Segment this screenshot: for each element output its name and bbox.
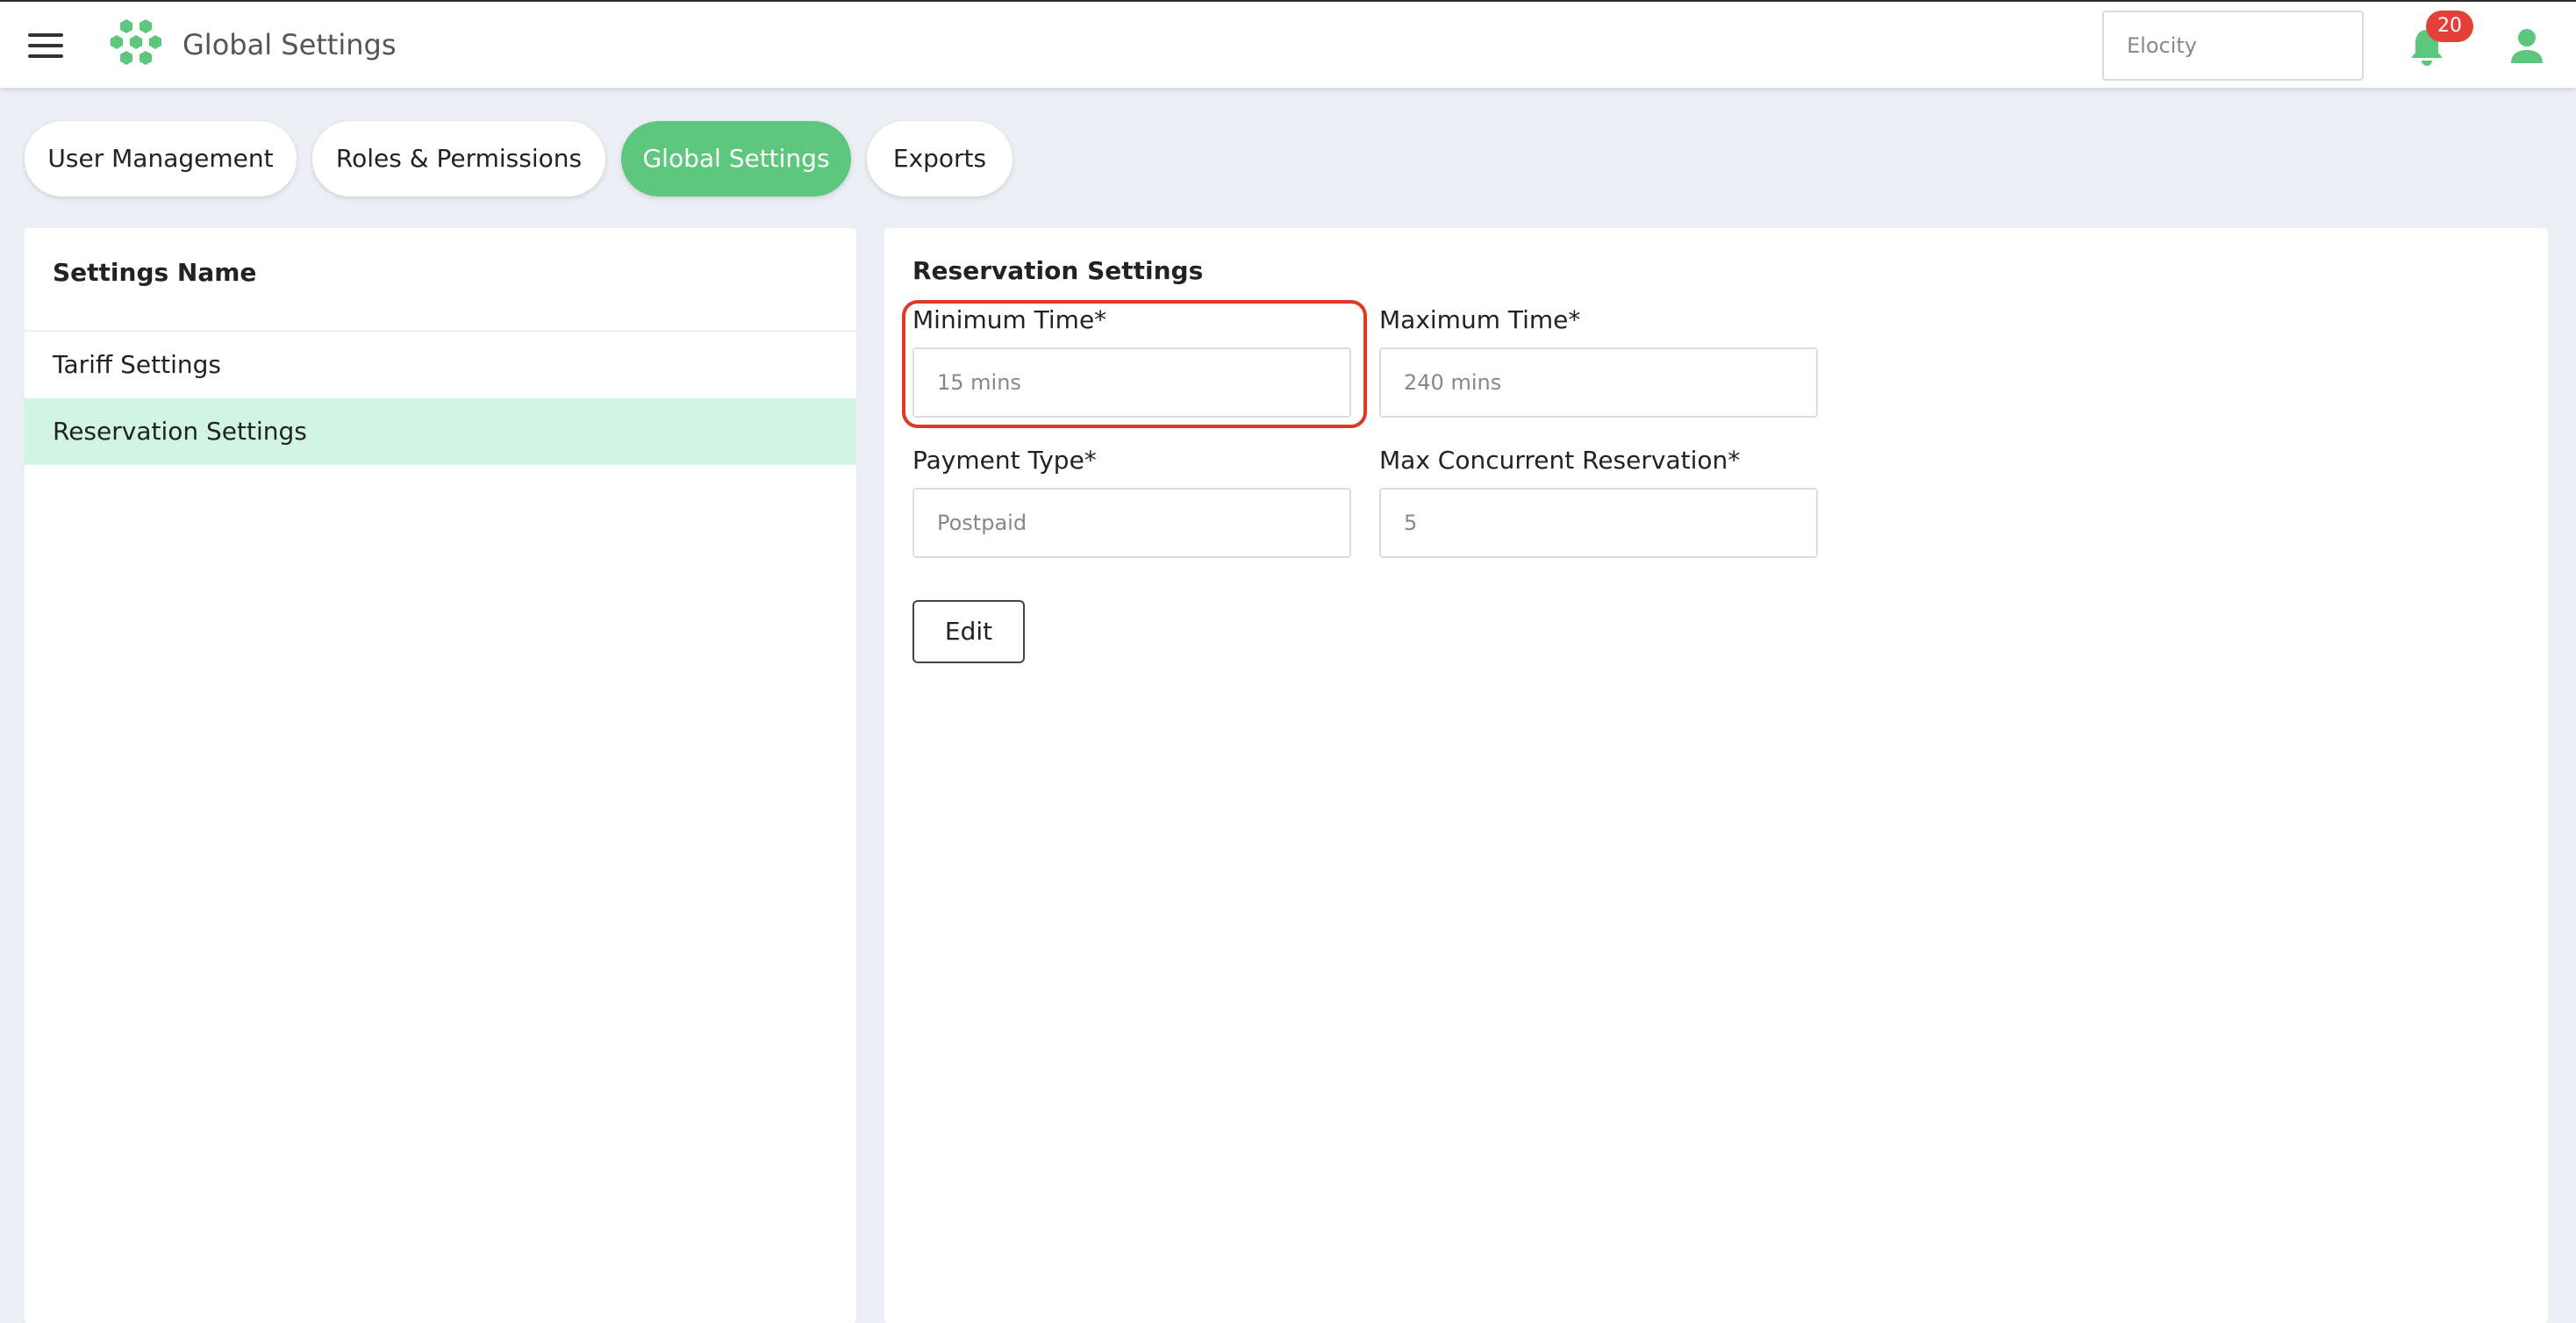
settings-list-panel: Settings Name Tariff Settings Reservatio… bbox=[25, 228, 856, 1323]
minimum-time-label: Minimum Time* bbox=[912, 305, 1107, 334]
minimum-time-field[interactable]: 15 mins bbox=[912, 347, 1351, 418]
settings-item-tariff[interactable]: Tariff Settings bbox=[25, 332, 856, 398]
hamburger-menu-icon[interactable] bbox=[28, 33, 63, 60]
tab-exports[interactable]: Exports bbox=[867, 121, 1013, 197]
payment-type-label: Payment Type* bbox=[912, 446, 1097, 475]
tab-global-settings[interactable]: Global Settings bbox=[621, 121, 851, 197]
settings-item-reservation[interactable]: Reservation Settings bbox=[25, 398, 856, 465]
reservation-settings-panel: Reservation Settings Minimum Time* 15 mi… bbox=[884, 228, 2548, 1323]
settings-list-header: Settings Name bbox=[53, 258, 257, 287]
user-icon[interactable] bbox=[2509, 28, 2544, 65]
hexagon-logo-icon bbox=[111, 19, 161, 65]
organization-field[interactable]: Elocity bbox=[2102, 11, 2364, 81]
max-concurrent-reservation-field[interactable]: 5 bbox=[1379, 488, 1818, 558]
notification-count-badge: 20 bbox=[2426, 11, 2473, 42]
maximum-time-label: Maximum Time* bbox=[1379, 305, 1581, 334]
page-title: Global Settings bbox=[182, 28, 397, 61]
section-title: Reservation Settings bbox=[912, 256, 1204, 285]
top-app-bar: Global Settings Elocity 20 bbox=[0, 0, 2576, 88]
max-concurrent-reservation-label: Max Concurrent Reservation* bbox=[1379, 446, 1741, 475]
edit-button[interactable]: Edit bbox=[912, 600, 1025, 663]
tab-roles-permissions[interactable]: Roles & Permissions bbox=[312, 121, 605, 197]
maximum-time-field[interactable]: 240 mins bbox=[1379, 347, 1818, 418]
tab-user-management[interactable]: User Management bbox=[25, 121, 297, 197]
payment-type-field[interactable]: Postpaid bbox=[912, 488, 1351, 558]
